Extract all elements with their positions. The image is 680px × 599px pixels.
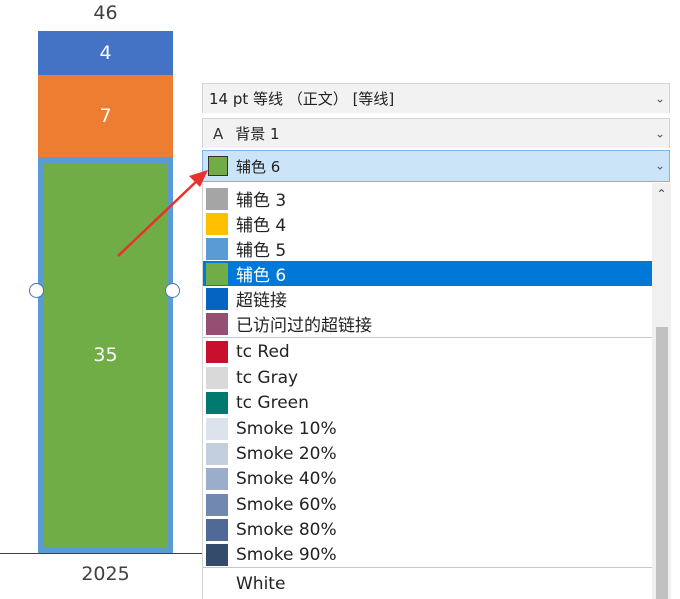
- x-axis-line: [0, 553, 205, 554]
- color-option[interactable]: Smoke 20%: [203, 441, 652, 466]
- color-swatch: [206, 518, 228, 541]
- color-swatch: [206, 340, 228, 363]
- color-option-label: tc Gray: [236, 367, 299, 388]
- color-option[interactable]: tc Green: [203, 390, 652, 415]
- selection-handle-right[interactable]: [165, 283, 180, 298]
- color-option-label: 辅色 4: [236, 216, 287, 236]
- color-option[interactable]: 超链接: [203, 286, 652, 311]
- color-option-label: tc Green: [236, 392, 309, 413]
- color-option[interactable]: 辅色 3: [203, 186, 652, 211]
- color-swatch: [206, 366, 228, 389]
- color-option-label: Smoke 10%: [236, 418, 337, 439]
- scrollbar-thumb[interactable]: [656, 327, 668, 599]
- color-swatch: [206, 212, 228, 235]
- color-option[interactable]: Smoke 90%: [203, 542, 652, 567]
- color-swatch: [206, 417, 228, 440]
- color-option-label: 辅色 5: [236, 241, 287, 261]
- color-option-label: tc Red: [236, 341, 290, 362]
- list-separator: [203, 567, 652, 568]
- color-option-label: 辅色 3: [236, 191, 287, 211]
- color-option[interactable]: tc Gray: [203, 365, 652, 390]
- color-option[interactable]: 辅色 6: [203, 261, 652, 286]
- data-label-green: 35: [93, 344, 118, 366]
- color-option[interactable]: Smoke 80%: [203, 517, 652, 542]
- list-separator: [203, 337, 652, 338]
- color-swatch: [206, 442, 228, 465]
- color-swatch: [206, 262, 228, 285]
- chart-total-label: 46: [93, 2, 118, 24]
- selection-handle-left[interactable]: [29, 283, 44, 298]
- chevron-down-icon[interactable]: ⌄: [655, 158, 665, 172]
- color-option-label: White: [236, 573, 286, 594]
- chevron-down-icon[interactable]: ⌄: [655, 126, 665, 140]
- color-swatch: [206, 312, 228, 335]
- color-option[interactable]: 辅色 5: [203, 236, 652, 261]
- color-swatch: [206, 187, 228, 210]
- color-swatch: [206, 467, 228, 490]
- color-swatch: [206, 543, 228, 566]
- color-option-label: 已访问过的超链接: [236, 316, 372, 336]
- color-option[interactable]: Smoke 40%: [203, 466, 652, 491]
- background-color-label: 背景 1: [235, 125, 280, 143]
- color-option[interactable]: 已访问过的超链接: [203, 311, 652, 336]
- chevron-down-icon[interactable]: ⌄: [655, 91, 665, 105]
- color-swatch: [206, 237, 228, 260]
- bar-segment-blue[interactable]: 4: [38, 31, 173, 75]
- list-scrollbar[interactable]: ⌃: [652, 183, 671, 599]
- bar-segment-orange[interactable]: 7: [38, 75, 173, 157]
- color-option-label: 超链接: [236, 291, 287, 311]
- color-option[interactable]: tc Red: [203, 339, 652, 364]
- data-label-orange: 7: [99, 105, 112, 127]
- font-color-icon: A: [213, 124, 224, 143]
- scroll-up-icon[interactable]: ⌃: [652, 187, 671, 201]
- selected-color-label: 辅色 6: [236, 157, 281, 176]
- color-option-label: Smoke 90%: [236, 544, 337, 565]
- color-swatch: [206, 493, 228, 516]
- color-option[interactable]: White: [203, 571, 652, 596]
- fill-color-dropdown[interactable]: 辅色 6 ⌄: [202, 150, 670, 182]
- font-dropdown[interactable]: 14 pt 等线 （正文） [等线] ⌄: [202, 83, 670, 113]
- bar-segment-green-selected[interactable]: 35: [38, 157, 173, 553]
- selected-color-swatch: [208, 156, 228, 176]
- color-option[interactable]: 辅色 4: [203, 211, 652, 236]
- background-color-dropdown[interactable]: A 背景 1 ⌄: [202, 118, 670, 148]
- x-axis-category-label: 2025: [81, 563, 130, 585]
- font-dropdown-label: 14 pt 等线 （正文） [等线]: [209, 90, 395, 108]
- color-dropdown-list: ⌃ 辅色 3 辅色 4 辅色 5 辅色 6 超链接已访问过的超链接 tc Red tc Gr…: [202, 183, 671, 599]
- color-option-label: Smoke 80%: [236, 519, 337, 540]
- color-option[interactable]: Smoke 60%: [203, 492, 652, 517]
- color-swatch: [206, 391, 228, 414]
- color-option[interactable]: Smoke 10%: [203, 416, 652, 441]
- color-option-label: Smoke 40%: [236, 468, 337, 489]
- color-swatch: [206, 572, 228, 595]
- color-option-label: 辅色 6: [236, 266, 287, 286]
- color-option-label: Smoke 20%: [236, 443, 337, 464]
- color-swatch: [206, 287, 228, 310]
- color-option-label: Smoke 60%: [236, 494, 337, 515]
- data-label-blue: 4: [99, 42, 112, 64]
